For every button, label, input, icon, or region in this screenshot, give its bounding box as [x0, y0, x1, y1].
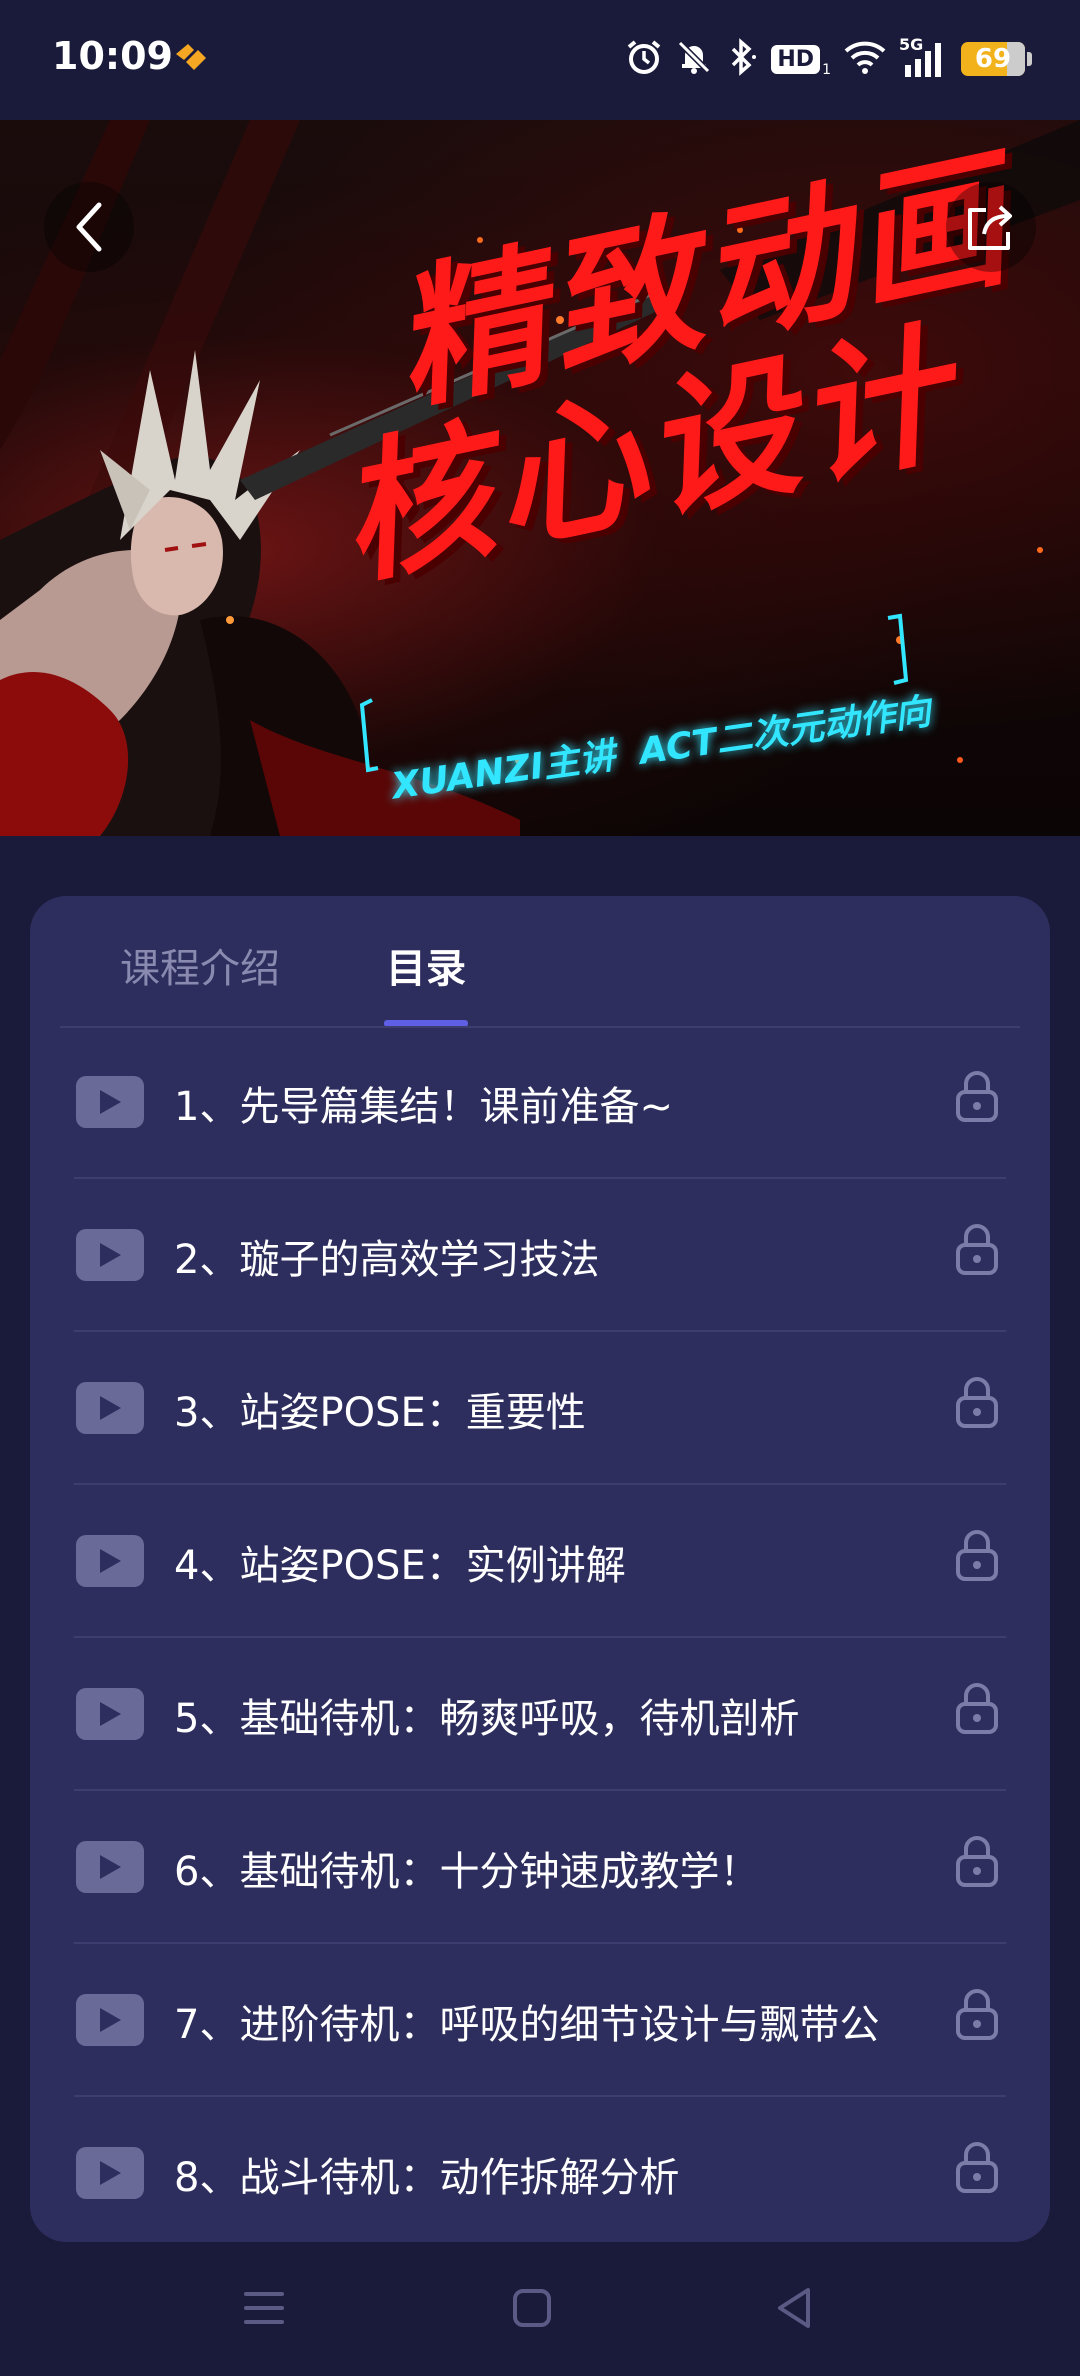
lesson-title: 7、进阶待机：呼吸的细节设计与飘带公	[174, 2002, 880, 2048]
lesson-item[interactable]: 3、站姿POSE：重要性	[30, 1332, 1050, 1485]
lesson-title: 1、先导篇集结！课前准备~	[174, 1084, 673, 1130]
status-bar: 10:09 HD 1 5G 69	[0, 0, 1080, 120]
status-time: 10:09	[52, 34, 173, 78]
play-icon	[76, 1229, 144, 1281]
lock-icon	[954, 1376, 1000, 1434]
lesson-item[interactable]: 5、基础待机：畅爽呼吸，待机剖析	[30, 1638, 1050, 1791]
play-icon	[76, 1994, 144, 2046]
lesson-title: 8、战斗待机：动作拆解分析	[174, 2155, 680, 2201]
hd-badge: HD	[771, 44, 821, 74]
play-icon	[76, 1535, 144, 1587]
lesson-title: 4、站姿POSE：实例讲解	[174, 1543, 626, 1589]
mute-icon	[675, 38, 713, 80]
play-icon	[76, 1688, 144, 1740]
lesson-item[interactable]: 8、战斗待机：动作拆解分析	[30, 2097, 1050, 2242]
lesson-item[interactable]: 7、进阶待机：呼吸的细节设计与飘带公	[30, 1944, 1050, 2097]
signal-icon: 5G	[899, 35, 949, 79]
home-button[interactable]	[510, 2286, 554, 2334]
course-banner: 精致动画 核心设计 XUANZI主讲 ACT二次元动作向	[0, 120, 1080, 836]
lesson-title: 5、基础待机：畅爽呼吸，待机剖析	[174, 1696, 800, 1742]
play-icon	[76, 2147, 144, 2199]
lesson-item[interactable]: 2、璇子的高效学习技法	[30, 1179, 1050, 1332]
back-button[interactable]	[44, 182, 134, 272]
lesson-item[interactable]: 4、站姿POSE：实例讲解	[30, 1485, 1050, 1638]
alarm-icon	[625, 38, 663, 80]
hd-sub: 1	[822, 62, 831, 78]
lesson-item[interactable]: 1、先导篇集结！课前准备~	[30, 1026, 1050, 1179]
share-icon	[968, 205, 1012, 250]
tab-catalog[interactable]: 目录	[386, 936, 466, 994]
lesson-title: 6、基础待机：十分钟速成教学！	[174, 1849, 760, 1895]
back-nav-button[interactable]	[774, 2286, 818, 2334]
play-icon	[76, 1076, 144, 1128]
menu-icon	[244, 2292, 284, 2324]
menu-button[interactable]	[242, 2286, 286, 2334]
share-button[interactable]	[946, 182, 1036, 272]
lock-icon	[954, 2141, 1000, 2199]
system-nav-bar	[0, 2242, 1080, 2376]
lesson-title: 3、站姿POSE：重要性	[174, 1390, 586, 1436]
bluetooth-icon	[725, 38, 759, 80]
lock-icon	[954, 1682, 1000, 1740]
lock-icon	[954, 1070, 1000, 1128]
play-icon	[76, 1382, 144, 1434]
lesson-item[interactable]: 6、基础待机：十分钟速成教学！	[30, 1791, 1050, 1944]
back-icon	[778, 2288, 810, 2328]
tab-course-intro[interactable]: 课程介绍	[120, 936, 280, 994]
tab-bar: 课程介绍 目录	[30, 896, 1050, 1027]
play-icon	[76, 1841, 144, 1893]
lesson-title: 2、璇子的高效学习技法	[174, 1237, 600, 1283]
lock-icon	[954, 1223, 1000, 1281]
app-notification-icon	[172, 40, 210, 78]
lock-icon	[954, 1835, 1000, 1893]
course-content-card: 课程介绍 目录 1、先导篇集结！课前准备~ 2、璇子的高效学习技法 3、站姿PO…	[30, 896, 1050, 2242]
home-icon	[513, 2289, 551, 2327]
status-icons: HD 1 5G 69	[625, 34, 1032, 84]
wifi-icon	[843, 39, 887, 79]
back-arrow-icon	[76, 202, 102, 252]
lock-icon	[954, 1988, 1000, 2046]
battery-icon: 69	[961, 42, 1025, 76]
lesson-list: 1、先导篇集结！课前准备~ 2、璇子的高效学习技法 3、站姿POSE：重要性 4…	[30, 1026, 1050, 2242]
lock-icon	[954, 1529, 1000, 1587]
